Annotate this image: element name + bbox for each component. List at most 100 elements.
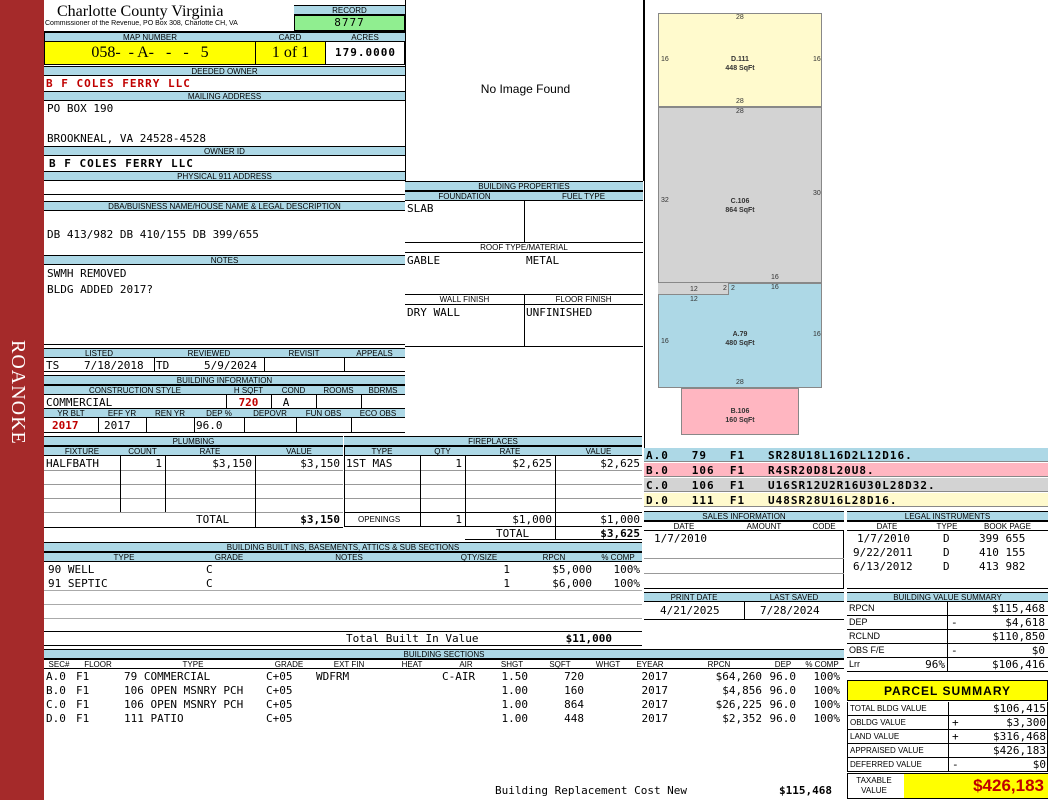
bvs-sign: - xyxy=(951,644,958,657)
dba-value: DB 413/982 DB 410/155 DB 399/655 xyxy=(47,228,259,241)
fuel-header: FUEL TYPE xyxy=(524,191,643,201)
parcel-key: TOTAL BLDG VALUE xyxy=(850,704,927,713)
section-col-header: SEC# xyxy=(44,659,74,669)
sketch-legend: A.0 79 F1 SR28U18L16D2L12D16. B.0 106 F1… xyxy=(644,448,1048,508)
legal-book: 410 155 xyxy=(979,546,1026,559)
sketch-c-12: 12 xyxy=(690,286,698,293)
legal-date-header: DATE xyxy=(847,521,927,531)
section-cell-shgt: 1.00 xyxy=(501,684,529,697)
card-label: CARD xyxy=(255,32,325,42)
bi-total: $11,000 xyxy=(565,632,612,645)
bdrms-header: BDRMS xyxy=(361,385,405,395)
section-cell-sqft: 448 xyxy=(564,712,584,725)
bi-comp: 100% xyxy=(613,563,641,576)
section-cell-dep: 96.0 xyxy=(769,698,797,711)
bi-comp-header: % COMP xyxy=(594,552,642,562)
sales-amount-header: AMOUNT xyxy=(724,521,804,531)
sketch-c-area: 864 SqFt xyxy=(725,207,755,214)
owner-id-label: OWNER ID xyxy=(44,146,405,156)
yrblt-value: 2017 xyxy=(52,419,79,432)
mailing-address-line1: PO BOX 190 xyxy=(47,102,114,115)
construction-style-header: CONSTRUCTION STYLE xyxy=(44,385,226,395)
fp-rate-header: RATE xyxy=(465,446,555,456)
parcel-value: $3,300 xyxy=(1006,716,1046,729)
fp-type-header: TYPE xyxy=(344,446,420,456)
revisit-header: REVISIT xyxy=(264,348,344,358)
section-cell-type: 106 OPEN MSNRY PCH xyxy=(124,698,244,711)
parcel-sign: - xyxy=(952,758,959,771)
no-image-text: No Image Found xyxy=(480,82,571,96)
mailing-address-line2: BROOKNEAL, VA 24528-4528 xyxy=(47,132,206,145)
reviewed-header: REVIEWED xyxy=(154,348,264,358)
section-cell-floor: F1 xyxy=(76,698,90,711)
openings-qty: 1 xyxy=(455,513,462,526)
deeded-owner-label: DEEDED OWNER xyxy=(44,66,405,76)
sketch-d-left: 16 xyxy=(661,56,669,63)
taxable-label-1: TAXABLE xyxy=(856,776,892,785)
bi-qty-header: QTY/SIZE xyxy=(444,552,514,562)
building-properties: BUILDING PROPERTIES FOUNDATION FUEL TYPE… xyxy=(405,181,643,347)
sketch-a-top: 12 xyxy=(690,296,698,303)
ecoobs-header: ECO OBS xyxy=(351,408,405,418)
section-cell-sec: A.0 xyxy=(46,670,66,683)
sketch-d-area: 448 SqFt xyxy=(725,65,755,72)
rooms-header: ROOMS xyxy=(316,385,361,395)
legend-row: A.0 79 F1 SR28U18L16D2L12D16. xyxy=(644,448,1048,462)
bi-comp: 100% xyxy=(613,577,641,590)
physical-address-label: PHYSICAL 911 ADDRESS xyxy=(44,171,405,181)
bi-rpcn: $5,000 xyxy=(552,563,592,576)
fireplaces-label: FIREPLACES xyxy=(344,436,642,446)
bvs-key: RPCN xyxy=(849,603,875,613)
bvs-percent: 96% xyxy=(925,658,945,671)
section-cell-shgt: 1.00 xyxy=(501,712,529,725)
sketch-c-2b: 2 xyxy=(731,285,735,292)
hsqft-header: H SQFT xyxy=(226,385,271,395)
section-cell-dep: 96.0 xyxy=(769,670,797,683)
section-cell-eyear: 2017 xyxy=(641,712,669,725)
legal-book: 399 655 xyxy=(979,532,1026,545)
county-subtitle: Commissioner of the Revenue, PO Box 308,… xyxy=(45,20,238,27)
taxable-box: TAXABLE VALUE $426,183 xyxy=(847,773,1048,799)
roof-header: ROOF TYPE/MATERIAL xyxy=(405,243,643,253)
legal-type: D xyxy=(943,532,950,545)
bvs-key: RCLND xyxy=(849,631,881,641)
legal-date: 6/13/2012 xyxy=(853,560,913,573)
section-cell-sec: B.0 xyxy=(46,684,66,697)
parcel-value: $426,183 xyxy=(993,744,1046,757)
parcel-key: OBLDG VALUE xyxy=(850,718,906,727)
floor-header: FLOOR FINISH xyxy=(524,295,643,305)
parcel-summary-label: PARCEL SUMMARY xyxy=(847,680,1048,701)
section-cell-sec: D.0 xyxy=(46,712,66,725)
section-cell-eyear: 2017 xyxy=(641,698,669,711)
floor-value: UNFINISHED xyxy=(526,306,593,319)
sketch-c-2a: 2 xyxy=(723,285,727,292)
section-cell-comp: 100% xyxy=(813,698,841,711)
sketch-c-right: 30 xyxy=(813,190,821,197)
building-info: BUILDING INFORMATION CONSTRUCTION STYLE … xyxy=(44,375,405,433)
section-cell-shgt: 1.50 xyxy=(501,670,529,683)
bvs-sign: - xyxy=(951,616,958,629)
bvs-row: RPCN $115,468 xyxy=(847,602,1048,616)
sales-date-header: DATE xyxy=(644,521,724,531)
section-cell-type: 79 COMMERCIAL xyxy=(124,670,211,683)
section-col-header: SQFT xyxy=(532,659,588,669)
bi-total-label: Total Built In Value xyxy=(346,632,479,645)
sketch-a-left: 16 xyxy=(661,338,669,345)
dba-label: DBA/BUISNESS NAME/HOUSE NAME & LEGAL DES… xyxy=(44,201,405,211)
section-cell-rpcn: $2,352 xyxy=(722,712,762,725)
sketch-b-name: B.106 xyxy=(730,408,750,415)
bvs-value: $110,850 xyxy=(992,630,1045,643)
section-cell-dep: 96.0 xyxy=(769,712,797,725)
bi-qty: 1 xyxy=(503,563,510,576)
parcel-row: LAND VALUE + $316,468 xyxy=(847,730,1048,744)
map-number-box: MAP NUMBER CARD ACRES 058- - A- - - 5 1 … xyxy=(44,31,405,65)
fp-value-header: VALUE xyxy=(555,446,642,456)
section-cell-shgt: 1.00 xyxy=(501,698,529,711)
building-properties-label: BUILDING PROPERTIES xyxy=(405,181,643,191)
dep-header: DEP % xyxy=(194,408,244,418)
section-cell-type: 111 PATIO xyxy=(124,712,184,725)
sketch-d-right: 16 xyxy=(813,56,821,63)
fixture-name: HALFBATH xyxy=(46,457,99,470)
sections-total-label: Building Replacement Cost New xyxy=(495,784,688,797)
legal-type-header: TYPE xyxy=(927,521,967,531)
